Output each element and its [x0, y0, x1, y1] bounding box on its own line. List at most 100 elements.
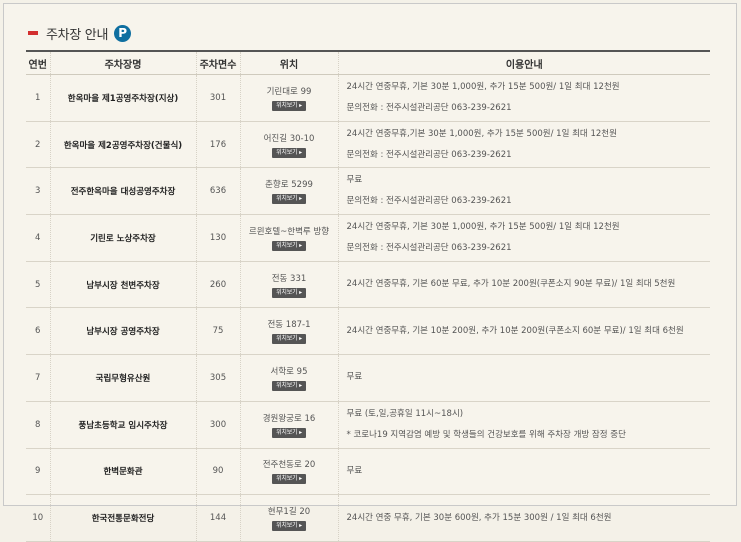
location-text: 춘향로 5299	[265, 180, 313, 191]
parking-spaces: 305	[195, 354, 240, 402]
section-header: 주차장 안내 P	[28, 22, 132, 44]
usage-info-line: 무료	[346, 175, 363, 186]
parking-name: 기린로 노상주차장	[49, 214, 196, 262]
table-row: 9 한벽문화관 90 전주천동로 20 위치보기 ▸ 무료	[26, 448, 710, 496]
location-cell: 서학로 95 위치보기 ▸	[239, 354, 338, 402]
parking-name: 한벽문화관	[49, 448, 196, 496]
usage-info-line: 무료 (토,일,공휴일 11시~18시)	[346, 408, 464, 419]
usage-info-line: 24시간 연중무휴,기본 30분 1,000원, 추가 15분 500원/ 1일…	[346, 128, 617, 139]
usage-info-line: 24시간 연중무휴, 기본 30분 1,000원, 추가 15분 500원/ 1…	[346, 221, 620, 232]
location-text: 전주천동로 20	[262, 460, 316, 471]
parking-spaces: 176	[195, 121, 240, 169]
usage-info: 24시간 연중무휴, 기본 30분 1,000원, 추가 15분 500원/ 1…	[337, 214, 710, 262]
header-accent-bar	[28, 31, 38, 35]
page-title: 주차장 안내	[46, 27, 109, 43]
row-number: 10	[26, 494, 50, 542]
parking-name: 풍남초등학교 임시주차장	[49, 401, 196, 449]
usage-info-line: 무료	[346, 465, 363, 476]
location-text: 르윈호텔~한벽루 방향	[248, 226, 330, 237]
table-row: 2 한옥마을 제2공영주차장(건물식) 176 어진길 30-10 위치보기 ▸…	[26, 121, 710, 169]
table-row: 3 전주한옥마을 대성공영주차장 636 춘향로 5299 위치보기 ▸ 무료 …	[26, 167, 710, 216]
view-location-button[interactable]: 위치보기 ▸	[272, 380, 306, 391]
location-text: 경원왕궁로 16	[262, 413, 316, 424]
parking-name: 남부시장 천변주차장	[49, 261, 196, 309]
view-location-button[interactable]: 위치보기 ▸	[272, 521, 306, 532]
column-header-spaces: 주차면수	[195, 51, 240, 75]
column-header-name: 주차장명	[49, 51, 196, 75]
location-cell: 전동 331 위치보기 ▸	[239, 261, 338, 309]
column-header-info: 이용안내	[337, 51, 710, 75]
parking-name: 한국전통문화전당	[49, 494, 196, 542]
table-row: 10 한국전통문화전당 144 현무1길 20 위치보기 ▸ 24시간 연중 무…	[26, 494, 710, 542]
usage-info-line: 무료	[346, 372, 363, 383]
view-location-button[interactable]: 위치보기 ▸	[272, 334, 306, 345]
view-location-button[interactable]: 위치보기 ▸	[272, 240, 306, 251]
view-location-button[interactable]: 위치보기 ▸	[272, 147, 306, 158]
parking-name: 한옥마을 제1공영주차장(지상)	[49, 74, 196, 122]
view-location-button[interactable]: 위치보기 ▸	[272, 474, 306, 485]
view-location-button[interactable]: 위치보기 ▸	[272, 427, 306, 438]
location-cell: 르윈호텔~한벽루 방향 위치보기 ▸	[239, 214, 338, 262]
table-row: 7 국립무형유산원 305 서학로 95 위치보기 ▸ 무료	[26, 354, 710, 402]
table-row: 1 한옥마을 제1공영주차장(지상) 301 기린대로 99 위치보기 ▸ 24…	[26, 74, 710, 122]
location-cell: 경원왕궁로 16 위치보기 ▸	[239, 401, 338, 449]
usage-info-line: * 코로나19 지역감염 예방 및 학생들의 건강보호를 위해 주차장 개방 잠…	[346, 429, 626, 440]
usage-info: 24시간 연중무휴, 기본 10분 200원, 추가 10분 200원(쿠폰소지…	[337, 307, 710, 356]
usage-info: 24시간 연중무휴, 기본 30분 1,000원, 추가 15분 500원/ 1…	[337, 74, 710, 122]
usage-info-line: 문의전화 : 전주시설관리공단 063-239-2621	[346, 102, 512, 113]
parking-name: 한옥마을 제2공영주차장(건물식)	[49, 121, 196, 169]
location-text: 현무1길 20	[267, 507, 311, 518]
row-number: 9	[26, 448, 50, 496]
parking-spaces: 260	[195, 261, 240, 309]
row-number: 1	[26, 74, 50, 122]
usage-info-line: 24시간 연중무휴, 기본 60분 무료, 추가 10분 200원(쿠폰소지 9…	[346, 279, 676, 290]
usage-info: 무료 문의전화 : 전주시설관리공단 063-239-2621	[337, 167, 710, 216]
view-location-button[interactable]: 위치보기 ▸	[272, 287, 306, 298]
usage-info: 24시간 연중무휴, 기본 60분 무료, 추가 10분 200원(쿠폰소지 9…	[337, 261, 710, 309]
location-cell: 춘향로 5299 위치보기 ▸	[239, 167, 338, 216]
location-cell: 어진길 30-10 위치보기 ▸	[239, 121, 338, 169]
column-header-location: 위치	[239, 51, 338, 75]
row-number: 3	[26, 167, 50, 216]
row-number: 5	[26, 261, 50, 309]
usage-info: 무료	[337, 354, 710, 402]
usage-info-line: 문의전화 : 전주시설관리공단 063-239-2621	[346, 149, 512, 160]
table-row: 8 풍남초등학교 임시주차장 300 경원왕궁로 16 위치보기 ▸ 무료 (토…	[26, 401, 710, 449]
parking-spaces: 130	[195, 214, 240, 262]
parking-icon: P	[114, 24, 132, 42]
parking-name: 국립무형유산원	[49, 354, 196, 402]
usage-info: 24시간 연중 무휴, 기본 30분 600원, 추가 15분 300원 / 1…	[337, 494, 710, 542]
table-row: 5 남부시장 천변주차장 260 전동 331 위치보기 ▸ 24시간 연중무휴…	[26, 261, 710, 309]
parking-name: 남부시장 공영주차장	[49, 307, 196, 356]
table-header-row: 연번 주차장명 주차면수 위치 이용안내	[26, 51, 710, 75]
view-location-button[interactable]: 위치보기 ▸	[272, 100, 306, 111]
location-text: 어진길 30-10	[263, 133, 315, 144]
usage-info: 24시간 연중무휴,기본 30분 1,000원, 추가 15분 500원/ 1일…	[337, 121, 710, 169]
row-number: 8	[26, 401, 50, 449]
row-number: 6	[26, 307, 50, 356]
usage-info-line: 문의전화 : 전주시설관리공단 063-239-2621	[346, 242, 512, 253]
usage-info: 무료	[337, 448, 710, 496]
parking-spaces: 144	[195, 494, 240, 542]
parking-table: 연번 주차장명 주차면수 위치 이용안내 1 한옥마을 제1공영주차장(지상) …	[26, 50, 710, 542]
location-text: 기린대로 99	[266, 86, 312, 97]
parking-spaces: 300	[195, 401, 240, 449]
location-text: 전동 187-1	[267, 320, 311, 331]
parking-spaces: 75	[195, 307, 240, 356]
parking-name: 전주한옥마을 대성공영주차장	[49, 167, 196, 216]
location-cell: 현무1길 20 위치보기 ▸	[239, 494, 338, 542]
usage-info-line: 문의전화 : 전주시설관리공단 063-239-2621	[346, 196, 512, 207]
usage-info-line: 24시간 연중무휴, 기본 10분 200원, 추가 10분 200원(쿠폰소지…	[346, 325, 684, 336]
row-number: 4	[26, 214, 50, 262]
table-row: 6 남부시장 공영주차장 75 전동 187-1 위치보기 ▸ 24시간 연중무…	[26, 307, 710, 356]
row-number: 2	[26, 121, 50, 169]
parking-spaces: 636	[195, 167, 240, 216]
usage-info-line: 24시간 연중 무휴, 기본 30분 600원, 추가 15분 300원 / 1…	[346, 512, 612, 523]
location-cell: 전주천동로 20 위치보기 ▸	[239, 448, 338, 496]
parking-spaces: 301	[195, 74, 240, 122]
location-cell: 기린대로 99 위치보기 ▸	[239, 74, 338, 122]
view-location-button[interactable]: 위치보기 ▸	[272, 194, 306, 205]
location-text: 전동 331	[271, 273, 307, 284]
location-cell: 전동 187-1 위치보기 ▸	[239, 307, 338, 356]
usage-info: 무료 (토,일,공휴일 11시~18시) * 코로나19 지역감염 예방 및 학…	[337, 401, 710, 449]
